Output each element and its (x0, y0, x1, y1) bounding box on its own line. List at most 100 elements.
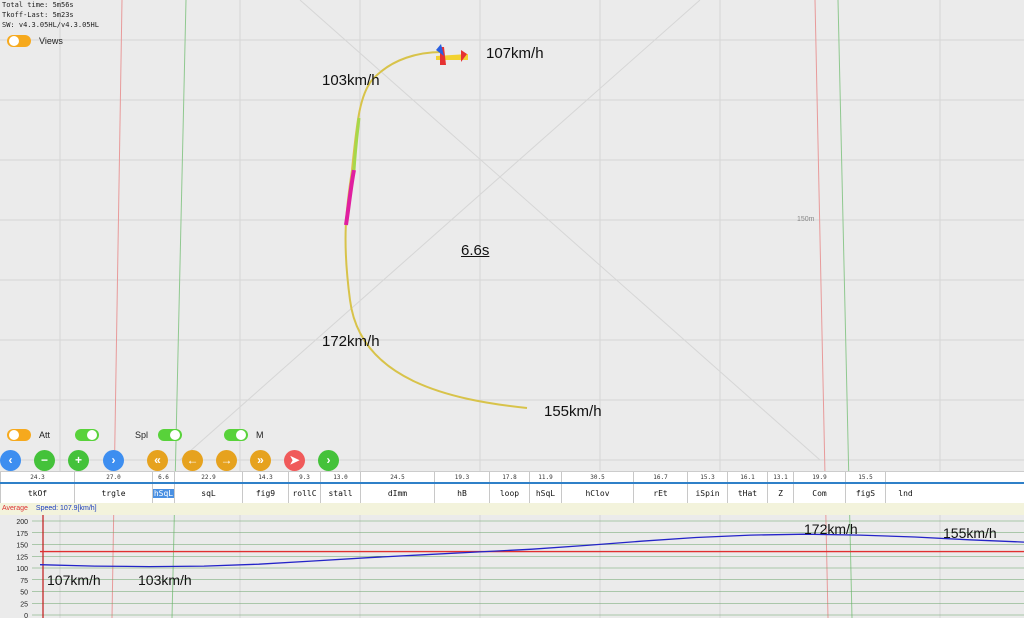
m-toggle[interactable] (224, 429, 248, 441)
graph-speed-label-min: 103km/h (138, 572, 192, 588)
maneuver-score: 27.0 (106, 474, 121, 481)
att-toggle-a[interactable] (7, 429, 31, 441)
maneuver-name: hB (457, 489, 467, 498)
maneuver-score: 9.3 (299, 474, 310, 481)
maneuver-name: rollC (292, 489, 317, 498)
maneuver-name: trgle (101, 489, 126, 498)
spl-toggle[interactable] (158, 429, 182, 441)
step-forward-button[interactable]: → (216, 450, 237, 471)
maneuver-name: Z (778, 489, 783, 498)
speed-series-line (39, 533, 1024, 568)
maneuver-score: 14.3 (258, 474, 273, 481)
maneuver-score: 6.6 (158, 474, 169, 481)
graph-speed-label-end: 155km/h (943, 525, 997, 541)
maneuver-segment[interactable]: 9.3 rollC (288, 472, 320, 504)
y-tick-label: 0 (24, 613, 28, 618)
software-version-text: SW: v4.3.05HL/v4.3.05HL (2, 21, 99, 29)
maneuver-name: iSpin (695, 489, 720, 498)
speed-label-middle: 172km/h (322, 333, 380, 350)
att-toggle-b[interactable] (75, 429, 99, 441)
y-tick-label: 125 (16, 554, 28, 561)
minus-icon: − (40, 453, 48, 467)
y-tick-label: 50 (20, 590, 28, 597)
maneuver-name: figS (855, 489, 876, 498)
maneuver-segment[interactable]: 11.9 hSqL (529, 472, 561, 504)
graph-speed-label-max: 172km/h (804, 521, 858, 537)
maneuver-score: 16.7 (653, 474, 668, 481)
y-tick-label: 75 (20, 578, 28, 585)
play-button[interactable]: › (318, 450, 339, 471)
maneuver-score: 13.1 (773, 474, 788, 481)
maneuver-segment[interactable]: 15.5 figS (845, 472, 885, 504)
zoom-in-button[interactable]: + (68, 450, 89, 471)
maneuver-segment[interactable]: 19.9 Com (793, 472, 845, 504)
att-label: Att (39, 430, 51, 440)
maneuver-name: tHat (737, 489, 758, 498)
maneuver-segment[interactable]: 24.5 dImm (360, 472, 434, 504)
maneuver-score: 30.5 (590, 474, 605, 481)
maneuver-score: 15.3 (700, 474, 715, 481)
average-label: Average (2, 505, 28, 512)
graph-header: Average Speed: 107.9[km/h] (0, 503, 1024, 515)
chevron-right-icon: › (111, 453, 116, 467)
views-label: Views (39, 36, 63, 46)
maneuver-sequence-bar: 24.3 tkOf 27.0 trgle 6.6 hSqL 22.9 sqL 14.3 fig9 9… (0, 471, 1024, 504)
total-time-text: Total time: 5m56s (2, 1, 74, 9)
views-toggle[interactable] (7, 35, 31, 47)
speed-label-top-left: 103km/h (322, 72, 380, 89)
maneuver-segment[interactable]: 13.1 Z (767, 472, 793, 504)
maneuver-score: 17.8 (502, 474, 517, 481)
y-tick-label: 175 (16, 531, 28, 538)
maneuver-segment[interactable]: 24.3 tkOf (0, 472, 74, 504)
maneuver-score: 13.0 (333, 474, 348, 481)
maneuver-segment[interactable]: 6.6 hSqL (152, 472, 174, 504)
maneuver-segment[interactable]: 30.5 hClov (561, 472, 633, 504)
maneuver-segment[interactable]: 16.1 tHat (727, 472, 767, 504)
maneuver-name: tkOf (27, 489, 48, 498)
chevron-left-icon: ‹ (8, 453, 13, 467)
maneuver-score: 15.5 (858, 474, 873, 481)
maneuver-name: hSqL (153, 489, 174, 498)
speed-readout: Speed: 107.9[km/h] (35, 505, 97, 512)
distance-label: 150m (797, 216, 815, 223)
rewind-button[interactable]: « (147, 450, 168, 471)
prev-maneuver-button[interactable]: ‹ (0, 450, 21, 471)
maneuver-name: Com (812, 489, 827, 498)
maneuver-segment[interactable]: 22.9 sqL (174, 472, 242, 504)
maneuver-segment[interactable]: 16.7 rEt (633, 472, 687, 504)
step-back-button[interactable]: ← (182, 450, 203, 471)
maneuver-segment[interactable]: 14.3 fig9 (242, 472, 288, 504)
maneuver-segment[interactable]: lnd (885, 472, 925, 504)
next-maneuver-button[interactable]: › (103, 450, 124, 471)
maneuver-segment[interactable]: 19.3 hB (434, 472, 489, 504)
spl-label: Spl (135, 430, 149, 440)
maneuver-segment[interactable]: 17.8 loop (489, 472, 529, 504)
maneuver-segment[interactable]: 27.0 trgle (74, 472, 152, 504)
takeoff-last-text: Tkoff-Last: 5m23s (2, 11, 74, 19)
maneuver-score: 24.5 (390, 474, 405, 481)
double-chevron-right-icon: » (257, 453, 264, 467)
send-button[interactable]: ➤ (284, 450, 305, 471)
fast-forward-button[interactable]: » (250, 450, 271, 471)
maneuver-score: 19.9 (812, 474, 827, 481)
chevron-right-icon: › (326, 453, 331, 467)
maneuver-segment[interactable]: 13.0 stall (320, 472, 360, 504)
maneuver-name: hClov (585, 489, 610, 498)
maneuver-name: fig9 (255, 489, 276, 498)
maneuver-duration: 6.6s (461, 242, 490, 259)
maneuver-segment[interactable]: 15.3 iSpin (687, 472, 727, 504)
maneuver-score: 11.9 (538, 474, 553, 481)
sequence-timeline (0, 482, 1024, 484)
maneuver-name: dImm (387, 489, 408, 498)
y-tick-label: 25 (20, 601, 28, 608)
y-tick-label: 200 (16, 519, 28, 526)
maneuver-score: 24.3 (30, 474, 45, 481)
aircraft-icon (436, 44, 468, 65)
maneuver-name: hSqL (535, 489, 556, 498)
arrow-left-icon: ← (186, 453, 199, 467)
speed-label-top-right: 107km/h (486, 45, 544, 62)
maneuver-score: 19.3 (454, 474, 470, 481)
maneuver-score: 16.1 (740, 474, 755, 481)
maneuver-name: rEt (653, 489, 668, 498)
zoom-out-button[interactable]: − (34, 450, 55, 471)
